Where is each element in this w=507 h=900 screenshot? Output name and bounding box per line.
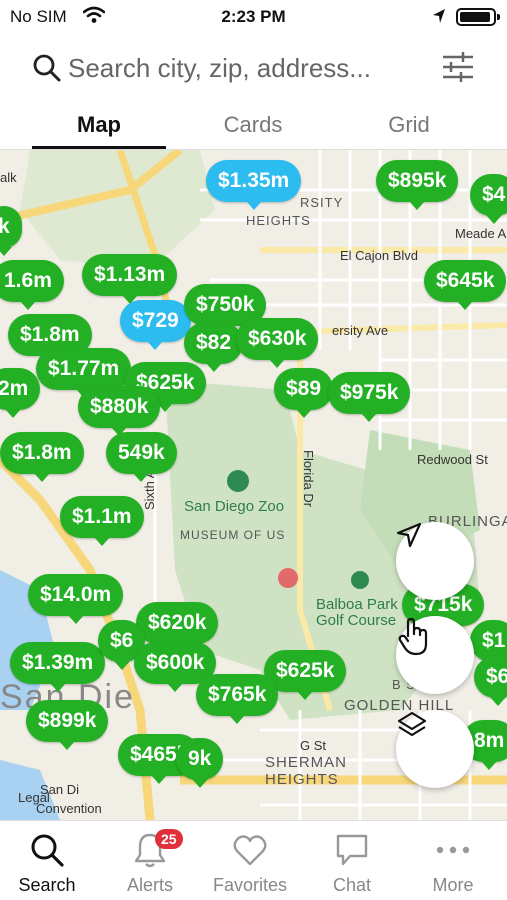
- price-pin[interactable]: $4: [470, 174, 507, 224]
- price-pin[interactable]: $1.1m: [60, 496, 144, 546]
- tabbar-more[interactable]: More: [403, 829, 503, 896]
- view-tabs: Map Cards Grid: [0, 100, 507, 150]
- price-pin[interactable]: $625k: [264, 650, 347, 700]
- price-pin[interactable]: 549k: [106, 432, 177, 482]
- price-pin[interactable]: $895k: [376, 160, 459, 210]
- price-pin[interactable]: $82: [184, 322, 244, 372]
- search-bar: [0, 40, 507, 98]
- tab-map[interactable]: Map: [32, 112, 166, 138]
- tabbar-label: More: [432, 875, 474, 895]
- filter-sliders-icon[interactable]: [441, 50, 475, 89]
- map-label-florida: Florida Dr: [301, 450, 316, 508]
- alerts-badge: 25: [155, 829, 183, 849]
- tabbar-label: Search: [18, 875, 76, 895]
- map-label-golf: Golf Course: [316, 612, 397, 629]
- active-tab-indicator: [32, 146, 166, 149]
- locate-me-button[interactable]: [396, 522, 474, 600]
- status-bar: No SIM 2:23 PM: [0, 0, 507, 34]
- map-label-el-cajon: El Cajon Blvd: [340, 248, 419, 263]
- map-label-meade: Meade A: [455, 226, 507, 241]
- map-label-sherman: SHERMAN: [265, 754, 348, 771]
- map-label-university: ersity Ave: [332, 323, 389, 338]
- map-layers-button[interactable]: [396, 710, 474, 788]
- bottom-tab-bar: Search 25 Alerts Favorites Chat More: [0, 820, 507, 900]
- price-pin[interactable]: 9k: [176, 738, 224, 788]
- search-input[interactable]: [68, 48, 428, 88]
- tabbar-label: Chat: [332, 875, 372, 895]
- price-pin[interactable]: $975k: [328, 372, 411, 422]
- more-icon: [403, 829, 503, 871]
- map-label-heights-top: HEIGHTS: [246, 213, 311, 228]
- price-pin[interactable]: $729: [120, 300, 191, 350]
- price-pin[interactable]: $14.0m: [28, 574, 124, 624]
- tabbar-label: Alerts: [126, 875, 173, 895]
- map-label-museum: MUSEUM OF US: [180, 528, 286, 542]
- map-label-balboa: Balboa Park: [316, 596, 398, 613]
- clock: 2:23 PM: [221, 7, 286, 26]
- price-pin[interactable]: $620k: [136, 602, 219, 652]
- heart-icon: [200, 829, 300, 871]
- map-label-g-st: G St: [300, 738, 327, 753]
- tabbar-label: Favorites: [212, 875, 288, 895]
- tab-grid[interactable]: Grid: [342, 112, 476, 138]
- battery-icon: [456, 8, 496, 26]
- map-label-zoo: San Diego Zoo: [184, 498, 285, 515]
- search-icon: [0, 829, 97, 871]
- price-pin[interactable]: $1.77m: [36, 348, 132, 398]
- map-label-university-heights: RSITY: [300, 195, 344, 210]
- chat-icon: [302, 829, 402, 871]
- map-label-redwood: Redwood St: [417, 452, 488, 467]
- battery-tip: [497, 14, 500, 20]
- price-pin[interactable]: $1.8m: [0, 432, 84, 482]
- price-pin[interactable]: $880k: [78, 386, 161, 436]
- tabbar-chat[interactable]: Chat: [302, 829, 402, 896]
- price-pin[interactable]: $765k: [196, 674, 279, 724]
- draw-area-button[interactable]: [396, 616, 474, 694]
- price-pin[interactable]: $1.39m: [10, 642, 106, 692]
- search-icon: [32, 53, 62, 88]
- price-pin[interactable]: $899k: [26, 700, 109, 750]
- price-pin[interactable]: $1.35m: [206, 160, 302, 210]
- bell-icon: [100, 829, 200, 871]
- price-pin[interactable]: $1.13m: [82, 254, 178, 304]
- tabbar-search[interactable]: Search: [0, 829, 97, 896]
- map-view[interactable]: El Cajon Blvd ersity Ave Redwood St San …: [0, 150, 507, 820]
- price-pin[interactable]: 1.6m: [0, 260, 64, 310]
- location-arrow-icon: [432, 8, 446, 29]
- price-pin[interactable]: $89: [274, 368, 334, 418]
- price-pin[interactable]: $645k: [424, 260, 507, 310]
- tab-cards[interactable]: Cards: [186, 112, 320, 138]
- price-pin[interactable]: $630k: [236, 318, 319, 368]
- tabbar-alerts[interactable]: 25 Alerts: [100, 829, 200, 896]
- tabbar-favorites[interactable]: Favorites: [200, 829, 300, 896]
- map-label-alk: alk: [0, 170, 17, 185]
- map-label-heights: HEIGHTS: [265, 771, 339, 788]
- map-label-legal: Legal: [18, 790, 50, 805]
